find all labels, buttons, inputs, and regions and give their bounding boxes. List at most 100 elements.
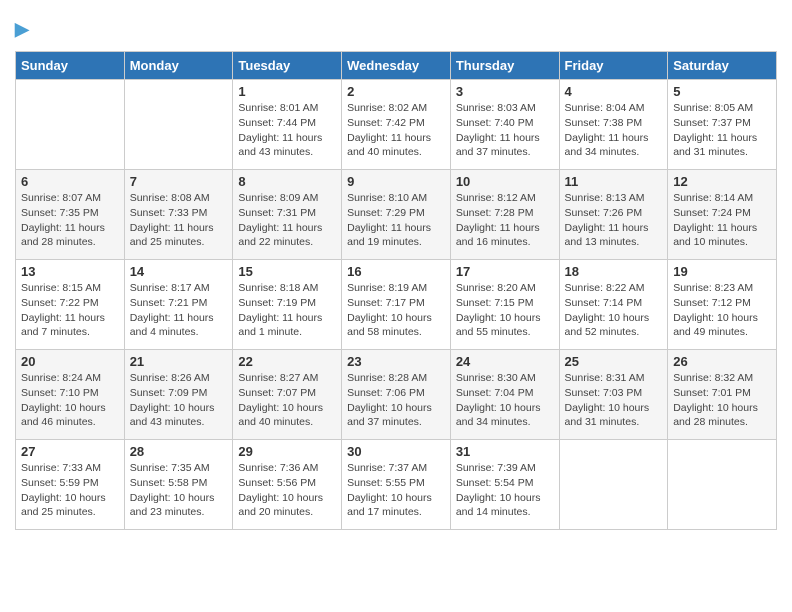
calendar-day-cell: 8 Sunrise: 8:09 AM Sunset: 7:31 PM Daylig… [233,170,342,260]
calendar-week-row: 13 Sunrise: 8:15 AM Sunset: 7:22 PM Dayli… [16,260,777,350]
day-number: 28 [130,444,228,459]
day-number: 3 [456,84,554,99]
day-number: 10 [456,174,554,189]
day-info: Sunrise: 8:18 AM Sunset: 7:19 PM Dayligh… [238,281,336,340]
day-info: Sunrise: 7:39 AM Sunset: 5:54 PM Dayligh… [456,461,554,520]
calendar-week-row: 1 Sunrise: 8:01 AM Sunset: 7:44 PM Daylig… [16,80,777,170]
weekday-header: Sunday [16,52,125,80]
day-info: Sunrise: 8:05 AM Sunset: 7:37 PM Dayligh… [673,101,771,160]
calendar-day-cell [559,440,668,530]
day-info: Sunrise: 8:03 AM Sunset: 7:40 PM Dayligh… [456,101,554,160]
day-number: 19 [673,264,771,279]
day-number: 21 [130,354,228,369]
calendar-day-cell: 20 Sunrise: 8:24 AM Sunset: 7:10 PM Dayli… [16,350,125,440]
day-number: 14 [130,264,228,279]
weekday-header: Wednesday [342,52,451,80]
calendar-day-cell: 16 Sunrise: 8:19 AM Sunset: 7:17 PM Dayli… [342,260,451,350]
day-info: Sunrise: 8:09 AM Sunset: 7:31 PM Dayligh… [238,191,336,250]
day-number: 25 [565,354,663,369]
calendar-day-cell: 26 Sunrise: 8:32 AM Sunset: 7:01 PM Dayli… [668,350,777,440]
day-info: Sunrise: 8:19 AM Sunset: 7:17 PM Dayligh… [347,281,445,340]
day-number: 26 [673,354,771,369]
day-info: Sunrise: 8:17 AM Sunset: 7:21 PM Dayligh… [130,281,228,340]
calendar-day-cell: 19 Sunrise: 8:23 AM Sunset: 7:12 PM Dayli… [668,260,777,350]
day-number: 20 [21,354,119,369]
day-number: 1 [238,84,336,99]
day-number: 13 [21,264,119,279]
day-number: 18 [565,264,663,279]
day-number: 29 [238,444,336,459]
calendar-day-cell: 13 Sunrise: 8:15 AM Sunset: 7:22 PM Dayli… [16,260,125,350]
day-info: Sunrise: 8:12 AM Sunset: 7:28 PM Dayligh… [456,191,554,250]
day-info: Sunrise: 8:31 AM Sunset: 7:03 PM Dayligh… [565,371,663,430]
calendar-header-row: SundayMondayTuesdayWednesdayThursdayFrid… [16,52,777,80]
day-info: Sunrise: 8:01 AM Sunset: 7:44 PM Dayligh… [238,101,336,160]
calendar-week-row: 6 Sunrise: 8:07 AM Sunset: 7:35 PM Daylig… [16,170,777,260]
calendar-day-cell: 22 Sunrise: 8:27 AM Sunset: 7:07 PM Dayli… [233,350,342,440]
logo: ▶ [15,15,29,41]
day-info: Sunrise: 7:35 AM Sunset: 5:58 PM Dayligh… [130,461,228,520]
calendar-day-cell: 25 Sunrise: 8:31 AM Sunset: 7:03 PM Dayli… [559,350,668,440]
day-number: 16 [347,264,445,279]
day-info: Sunrise: 8:23 AM Sunset: 7:12 PM Dayligh… [673,281,771,340]
calendar-day-cell [124,80,233,170]
day-info: Sunrise: 8:15 AM Sunset: 7:22 PM Dayligh… [21,281,119,340]
day-number: 22 [238,354,336,369]
day-number: 17 [456,264,554,279]
calendar-day-cell: 18 Sunrise: 8:22 AM Sunset: 7:14 PM Dayli… [559,260,668,350]
calendar-day-cell: 4 Sunrise: 8:04 AM Sunset: 7:38 PM Daylig… [559,80,668,170]
day-info: Sunrise: 8:13 AM Sunset: 7:26 PM Dayligh… [565,191,663,250]
calendar-day-cell [668,440,777,530]
day-number: 5 [673,84,771,99]
day-info: Sunrise: 8:04 AM Sunset: 7:38 PM Dayligh… [565,101,663,160]
day-info: Sunrise: 8:27 AM Sunset: 7:07 PM Dayligh… [238,371,336,430]
day-number: 4 [565,84,663,99]
day-info: Sunrise: 8:28 AM Sunset: 7:06 PM Dayligh… [347,371,445,430]
weekday-header: Thursday [450,52,559,80]
day-info: Sunrise: 8:26 AM Sunset: 7:09 PM Dayligh… [130,371,228,430]
calendar-day-cell: 28 Sunrise: 7:35 AM Sunset: 5:58 PM Dayli… [124,440,233,530]
day-number: 7 [130,174,228,189]
day-info: Sunrise: 8:02 AM Sunset: 7:42 PM Dayligh… [347,101,445,160]
day-info: Sunrise: 8:20 AM Sunset: 7:15 PM Dayligh… [456,281,554,340]
day-number: 31 [456,444,554,459]
day-number: 6 [21,174,119,189]
day-info: Sunrise: 8:14 AM Sunset: 7:24 PM Dayligh… [673,191,771,250]
day-number: 2 [347,84,445,99]
day-info: Sunrise: 8:08 AM Sunset: 7:33 PM Dayligh… [130,191,228,250]
weekday-header: Saturday [668,52,777,80]
day-info: Sunrise: 8:10 AM Sunset: 7:29 PM Dayligh… [347,191,445,250]
logo-text: ▶ [15,15,29,41]
day-info: Sunrise: 8:22 AM Sunset: 7:14 PM Dayligh… [565,281,663,340]
calendar-day-cell: 14 Sunrise: 8:17 AM Sunset: 7:21 PM Dayli… [124,260,233,350]
calendar-day-cell: 2 Sunrise: 8:02 AM Sunset: 7:42 PM Daylig… [342,80,451,170]
weekday-header: Monday [124,52,233,80]
calendar-day-cell: 15Sunrise: 8:18 AM Sunset: 7:19 PM Dayli… [233,260,342,350]
calendar-table: SundayMondayTuesdayWednesdayThursdayFrid… [15,51,777,530]
weekday-header: Friday [559,52,668,80]
calendar-day-cell: 24Sunrise: 8:30 AM Sunset: 7:04 PM Dayli… [450,350,559,440]
calendar-day-cell: 23 Sunrise: 8:28 AM Sunset: 7:06 PM Dayli… [342,350,451,440]
day-number: 24 [456,354,554,369]
calendar-day-cell [16,80,125,170]
calendar-week-row: 20 Sunrise: 8:24 AM Sunset: 7:10 PM Dayli… [16,350,777,440]
calendar-day-cell: 12 Sunrise: 8:14 AM Sunset: 7:24 PM Dayli… [668,170,777,260]
day-info: Sunrise: 8:24 AM Sunset: 7:10 PM Dayligh… [21,371,119,430]
day-number: 23 [347,354,445,369]
day-number: 12 [673,174,771,189]
day-info: Sunrise: 7:37 AM Sunset: 5:55 PM Dayligh… [347,461,445,520]
page-header: ▶ [15,15,777,41]
day-info: Sunrise: 8:07 AM Sunset: 7:35 PM Dayligh… [21,191,119,250]
day-number: 9 [347,174,445,189]
calendar-day-cell: 3 Sunrise: 8:03 AM Sunset: 7:40 PM Daylig… [450,80,559,170]
calendar-day-cell: 10 Sunrise: 8:12 AM Sunset: 7:28 PM Dayli… [450,170,559,260]
day-info: Sunrise: 8:32 AM Sunset: 7:01 PM Dayligh… [673,371,771,430]
calendar-day-cell: 7 Sunrise: 8:08 AM Sunset: 7:33 PM Daylig… [124,170,233,260]
day-info: Sunrise: 7:36 AM Sunset: 5:56 PM Dayligh… [238,461,336,520]
day-number: 30 [347,444,445,459]
calendar-day-cell: 9 Sunrise: 8:10 AM Sunset: 7:29 PM Daylig… [342,170,451,260]
day-number: 8 [238,174,336,189]
day-number: 11 [565,174,663,189]
weekday-header: Tuesday [233,52,342,80]
calendar-day-cell: 31 Sunrise: 7:39 AM Sunset: 5:54 PM Dayli… [450,440,559,530]
